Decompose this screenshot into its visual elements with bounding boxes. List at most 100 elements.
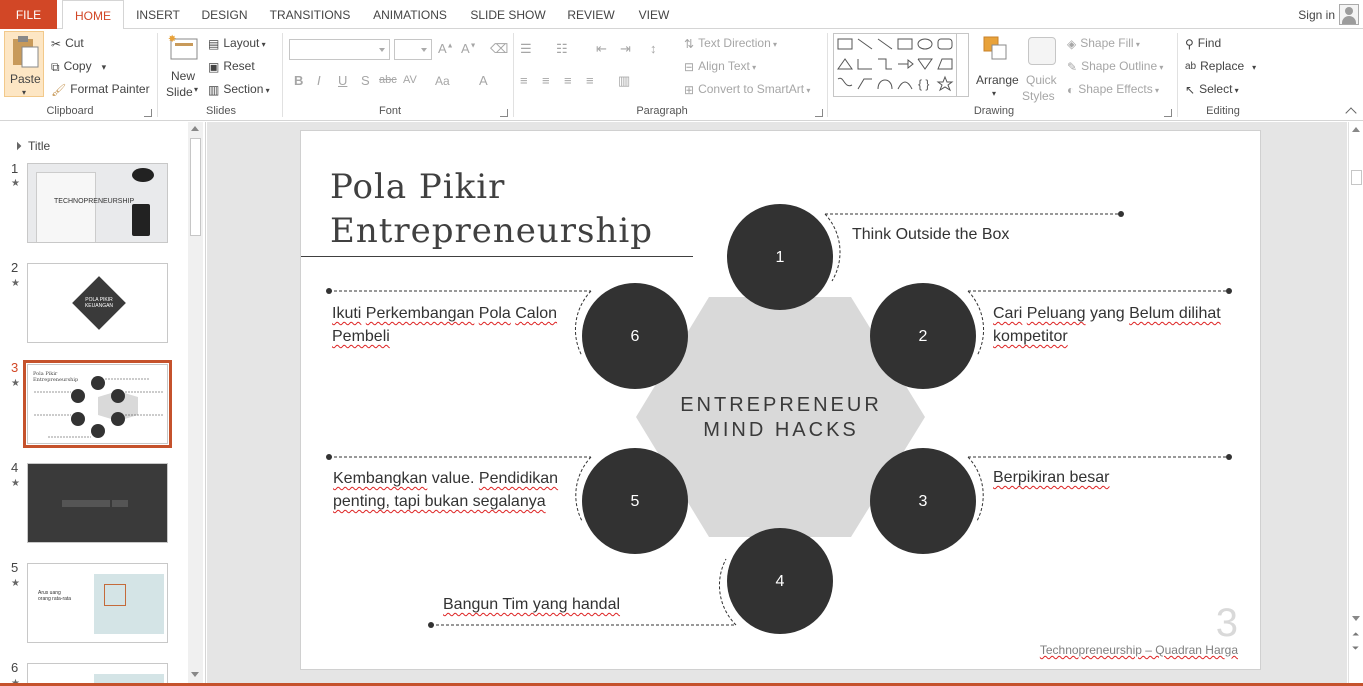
item-2-word: yang: [1089, 305, 1125, 322]
slide-canvas[interactable]: Pola Pikir Entrepreneurship 1 2 3 4 5 6 …: [300, 130, 1261, 670]
tab-slide-show[interactable]: SLIDE SHOW: [466, 0, 550, 29]
align-text-button[interactable]: ⊟ Align Text ▾: [684, 58, 756, 76]
paste-button[interactable]: Paste ▾: [4, 31, 44, 97]
decrease-indent-icon[interactable]: ⇤: [596, 41, 607, 57]
paragraph-launcher-icon[interactable]: [815, 109, 823, 117]
slide-thumbnail-2[interactable]: POLA PIKIR KEUANGAN: [27, 263, 168, 343]
cut-label: Cut: [65, 36, 84, 50]
font-color-button[interactable]: A: [479, 73, 488, 88]
clear-formatting-icon[interactable]: ⌫: [490, 41, 508, 57]
reset-label: Reset: [223, 59, 255, 73]
scroll-up-icon[interactable]: [1352, 127, 1360, 132]
replace-button[interactable]: ab Replace ▾: [1185, 58, 1256, 76]
font-family-combo[interactable]: [289, 39, 390, 60]
animation-star-icon: ★: [11, 378, 20, 389]
shapes-gallery[interactable]: { }: [833, 33, 969, 97]
shape-effects-button[interactable]: ◐ Shape Effects ▾: [1067, 81, 1159, 99]
thumbnails-scrollbar[interactable]: [188, 122, 203, 684]
find-button[interactable]: ⚲ Find: [1185, 35, 1221, 52]
change-case-button[interactable]: Aa: [435, 74, 450, 88]
new-slide-button[interactable]: ✸ New Slide ▾: [163, 33, 203, 101]
user-avatar-icon[interactable]: [1339, 4, 1359, 25]
shadow-button[interactable]: S: [361, 73, 370, 88]
sign-in-link[interactable]: Sign in: [1298, 0, 1335, 30]
align-center-icon[interactable]: ≡: [542, 73, 550, 88]
shape-fill-button[interactable]: ◈ Shape Fill ▾: [1067, 35, 1140, 53]
item-3-text[interactable]: Berpikiran besar: [993, 466, 1110, 489]
tab-design[interactable]: DESIGN: [196, 0, 253, 29]
scroll-up-icon[interactable]: [191, 126, 199, 131]
scrollbar-thumb[interactable]: [1351, 170, 1362, 185]
align-left-icon[interactable]: ≡: [520, 73, 528, 88]
reset-button[interactable]: ▣ Reset: [208, 58, 255, 75]
bold-button[interactable]: B: [294, 73, 303, 88]
scrollbar-thumb[interactable]: [190, 138, 201, 236]
tab-insert[interactable]: INSERT: [131, 0, 185, 29]
select-button[interactable]: ↖ Select ▾: [1185, 81, 1239, 99]
strikethrough-button[interactable]: abc: [379, 74, 397, 86]
section-button[interactable]: ▥ Section ▾: [208, 81, 270, 99]
item-6-text[interactable]: Ikuti Perkembangan Pola Calon Pembeli: [332, 302, 572, 348]
justify-icon[interactable]: ≡: [586, 73, 594, 88]
text-direction-button[interactable]: ⇅ Text Direction ▾: [684, 35, 777, 53]
font-size-combo[interactable]: [394, 39, 432, 60]
slide-thumbnail-5[interactable]: Arus uang orang rata-rata: [27, 563, 168, 643]
slide-footer[interactable]: Technopreneurship – Quadran Harga: [1040, 643, 1238, 657]
quick-styles-button[interactable]: Quick Styles: [1022, 33, 1064, 103]
item-4-text[interactable]: Bangun Tim yang handal: [443, 593, 620, 616]
replace-label: Replace: [1200, 59, 1245, 73]
next-slide-icon[interactable]: ⏷: [1352, 644, 1359, 653]
center-title[interactable]: ENTREPRENEUR MIND HACKS: [636, 393, 926, 443]
scroll-down-icon[interactable]: [1352, 616, 1360, 621]
columns-icon[interactable]: ▥: [618, 73, 630, 89]
select-label: Select: [1199, 82, 1233, 96]
format-painter-button[interactable]: 🖌 Format Painter: [51, 81, 150, 98]
scroll-down-icon[interactable]: [191, 672, 199, 677]
node-number-4: 4: [776, 573, 785, 590]
cut-button[interactable]: ✂ Cut: [51, 35, 84, 52]
item-5-text[interactable]: Kembangkan value. Pendidikan penting, ta…: [333, 467, 573, 513]
italic-button[interactable]: I: [317, 73, 321, 88]
font-launcher-icon[interactable]: [500, 109, 508, 117]
tab-file[interactable]: FILE: [0, 0, 57, 29]
arrange-button[interactable]: Arrange ▾: [976, 33, 1019, 101]
align-right-icon[interactable]: ≡: [564, 73, 572, 88]
numbering-icon[interactable]: ☷: [556, 41, 568, 57]
thumb-diagram-shape: [104, 584, 126, 606]
tab-review[interactable]: REVIEW: [562, 0, 620, 29]
bullets-icon[interactable]: ☰: [520, 41, 532, 57]
slide-thumbnail-4[interactable]: [27, 463, 168, 543]
slide-thumbnail-1[interactable]: TECHNOPRENEURSHIP: [27, 163, 168, 243]
drawing-launcher-icon[interactable]: [1164, 109, 1172, 117]
convert-smartart-button[interactable]: ⊞ Convert to SmartArt ▾: [684, 81, 810, 99]
shape-outline-button[interactable]: ✎ Shape Outline ▾: [1067, 58, 1163, 76]
clipboard-launcher-icon[interactable]: [144, 109, 152, 117]
layout-button[interactable]: ▤ Layout ▾: [208, 35, 266, 53]
new-slide-chevron-icon: ▾: [194, 85, 199, 94]
connector-dot: [1226, 454, 1232, 460]
line-spacing-icon[interactable]: ↕: [650, 41, 657, 56]
quick-styles-icon: [1028, 37, 1056, 65]
character-spacing-button[interactable]: AV: [403, 74, 417, 86]
tab-view[interactable]: VIEW: [632, 0, 676, 29]
shapes-gallery-scroll[interactable]: [956, 34, 968, 96]
item-1-text[interactable]: Think Outside the Box: [852, 223, 1009, 246]
previous-slide-icon[interactable]: ⏶: [1352, 630, 1359, 639]
new-slide-label-1: New: [171, 69, 196, 83]
section-title[interactable]: Title: [28, 139, 50, 153]
underline-button[interactable]: U: [338, 73, 347, 88]
section-collapse-icon[interactable]: [12, 141, 22, 151]
slide-scrollbar[interactable]: ⏶ ⏷: [1348, 122, 1363, 683]
item-2-text[interactable]: Cari Peluang yang Belum dilihat kompetit…: [993, 302, 1233, 348]
increase-indent-icon[interactable]: ⇥: [620, 41, 631, 57]
tab-home[interactable]: HOME: [62, 0, 124, 30]
copy-button[interactable]: ⧉ Copy ▾: [51, 58, 106, 75]
font-group-label: Font: [378, 105, 401, 117]
increase-font-icon[interactable]: A▲: [438, 41, 454, 56]
tab-animations[interactable]: ANIMATIONS: [366, 0, 454, 29]
tab-transitions[interactable]: TRANSITIONS: [266, 0, 354, 29]
decrease-font-icon[interactable]: A▼: [461, 41, 477, 56]
collapse-ribbon-icon[interactable]: [1345, 107, 1357, 119]
slide-thumbnail-3[interactable]: Pola Pikir Entrepreneurship: [23, 360, 172, 448]
svg-text:{ }: { }: [918, 77, 929, 91]
